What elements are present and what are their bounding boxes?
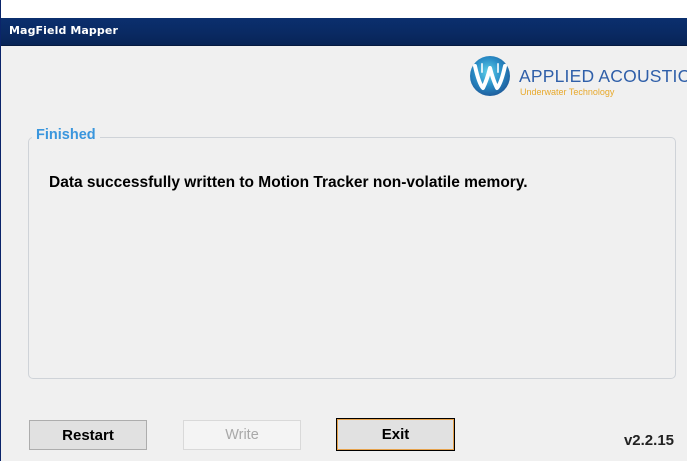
group-title: Finished bbox=[32, 127, 100, 143]
app-window: MagField Mapper APPLIED ACOUSTICS Underw… bbox=[0, 0, 687, 461]
write-button: Write bbox=[183, 420, 301, 450]
restart-button[interactable]: Restart bbox=[29, 420, 147, 450]
status-message: Data successfully written to Motion Trac… bbox=[49, 174, 528, 191]
exit-button[interactable]: Exit bbox=[336, 418, 455, 451]
window-title: MagField Mapper bbox=[9, 24, 118, 37]
title-bar[interactable]: MagField Mapper bbox=[1, 0, 687, 46]
logo-mark-icon bbox=[470, 56, 510, 96]
version-label: v2.2.15 bbox=[623, 432, 674, 449]
logo-name: APPLIED ACOUSTICS bbox=[519, 66, 687, 86]
logo-tagline: Underwater Technology bbox=[520, 87, 615, 97]
company-logo: APPLIED ACOUSTICS Underwater Technology bbox=[468, 54, 687, 102]
